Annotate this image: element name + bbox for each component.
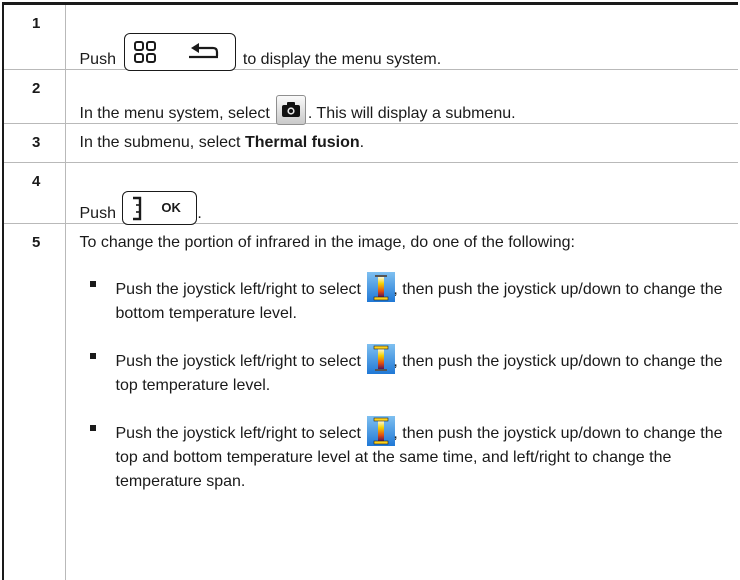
menu-item-name: Thermal fusion (244, 134, 360, 151)
step-number: 5 (2, 223, 66, 580)
step-row-5: 5 To change the portion of infrared in t… (2, 223, 739, 580)
step-number: 3 (2, 123, 66, 163)
menu-back-button-icon (124, 33, 237, 71)
ok-button-icon: OK (122, 191, 198, 225)
step-row-3: 3 In the submenu, select Thermal fusion. (2, 123, 738, 163)
step-text: In the menu system, select . This will d… (80, 70, 739, 125)
step-intro: To change the portion of infrared in the… (79, 234, 575, 251)
step-number: 4 (2, 162, 66, 224)
step-number: 2 (2, 69, 66, 124)
instruction-page: 1 Push to display the menu system. 2 In … (2, 2, 738, 580)
options-list: Push the joystick left/right to select ,… (80, 272, 739, 494)
step-row-1: 1 Push to display the menu system. (2, 2, 739, 71)
span-scale-icon (367, 416, 396, 446)
camera-mode-icon (275, 95, 306, 125)
step-number: 1 (2, 2, 66, 70)
step-row-2: 2 In the menu system, select . This will… (2, 69, 739, 125)
step-text: In the submenu, select Thermal fusion. (79, 134, 365, 151)
top-level-scale-icon (367, 344, 396, 374)
bullet-icon (89, 425, 96, 431)
bottom-level-scale-icon (367, 272, 396, 302)
list-item: Push the joystick left/right to select ,… (80, 344, 739, 398)
steps-table: 1 Push to display the menu system. 2 In … (2, 2, 738, 580)
bullet-icon (89, 281, 96, 287)
step-text: Push OK . (80, 163, 739, 225)
ok-key-label: OK (161, 200, 181, 215)
bullet-icon (89, 353, 96, 359)
step-text: Push to display the menu system. (80, 5, 739, 71)
list-item: Push the joystick left/right to select ,… (80, 272, 739, 326)
list-item: Push the joystick left/right to select ,… (80, 416, 739, 494)
step-row-4: 4 Push OK . (2, 162, 739, 225)
